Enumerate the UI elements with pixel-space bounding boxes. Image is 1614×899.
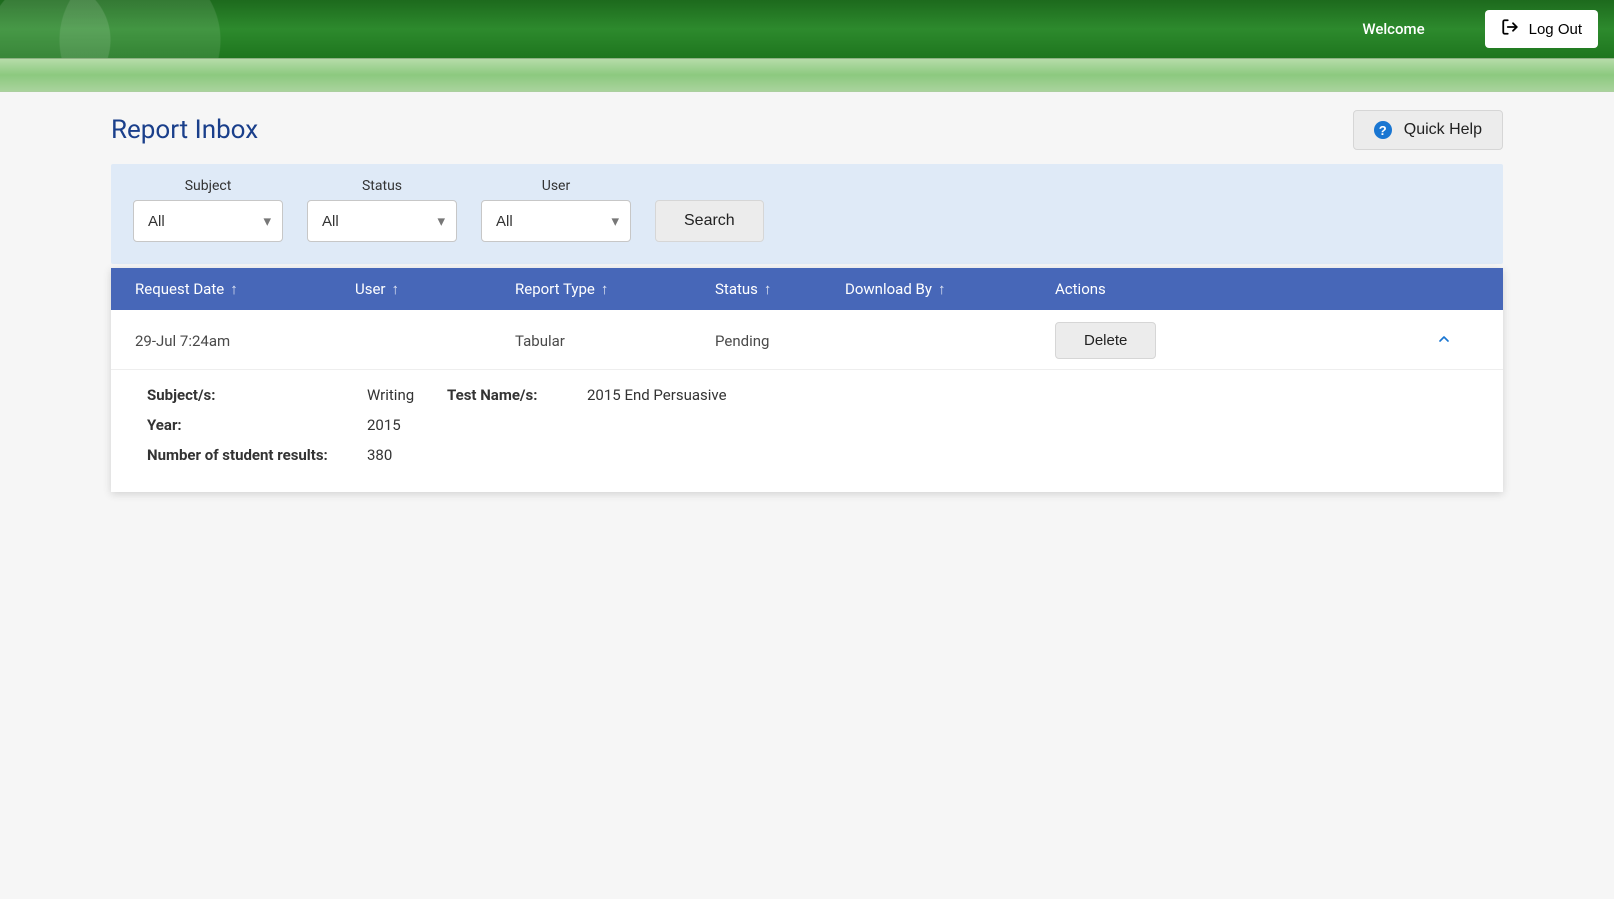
col-request-date-label: Request Date xyxy=(135,280,224,298)
quick-help-button[interactable]: ? Quick Help xyxy=(1353,110,1503,150)
search-button[interactable]: Search xyxy=(655,200,764,242)
col-user-label: User xyxy=(355,280,386,298)
filter-user-label: User xyxy=(542,178,570,194)
table-row: 29-Jul 7:24am Tabular Pending Delete xyxy=(111,310,1503,370)
user-select[interactable]: All xyxy=(481,200,631,242)
filter-panel: Subject All ▾ Status All ▾ User All xyxy=(111,164,1503,264)
report-table: Request Date ↑ User ↑ Report Type ↑ Stat… xyxy=(111,268,1503,492)
col-actions: Actions xyxy=(1055,280,1409,298)
col-status-label: Status xyxy=(715,280,758,298)
filter-status: Status All ▾ xyxy=(307,178,457,242)
row-details: Subject/s: Writing Test Name/s: 2015 End… xyxy=(111,370,1503,492)
status-select[interactable]: All xyxy=(307,200,457,242)
filter-subject-label: Subject xyxy=(185,178,232,194)
col-download-by-label: Download By xyxy=(845,280,932,298)
quick-help-label: Quick Help xyxy=(1404,121,1482,139)
detail-year-value: 2015 xyxy=(367,416,1467,434)
top-banner: Welcome Log Out xyxy=(0,0,1614,58)
detail-subject-value: Writing xyxy=(367,386,447,404)
col-report-type[interactable]: Report Type ↑ xyxy=(515,280,715,298)
sort-asc-icon: ↑ xyxy=(938,280,946,298)
detail-numresults-label: Number of student results: xyxy=(147,446,367,464)
delete-button[interactable]: Delete xyxy=(1055,322,1156,359)
col-request-date[interactable]: Request Date ↑ xyxy=(135,280,355,298)
filter-user: User All ▾ xyxy=(481,178,631,242)
subject-select[interactable]: All xyxy=(133,200,283,242)
sort-asc-icon: ↑ xyxy=(392,280,400,298)
col-report-type-label: Report Type xyxy=(515,280,595,298)
detail-testname-label: Test Name/s: xyxy=(447,386,587,404)
cell-request-date: 29-Jul 7:24am xyxy=(135,332,355,350)
sort-asc-icon: ↑ xyxy=(230,280,238,298)
welcome-text: Welcome xyxy=(1362,20,1424,38)
col-status[interactable]: Status ↑ xyxy=(715,280,845,298)
logout-label: Log Out xyxy=(1529,21,1582,38)
detail-year-label: Year: xyxy=(147,416,367,434)
cell-status: Pending xyxy=(715,332,845,350)
chevron-up-icon xyxy=(1436,335,1452,350)
help-icon: ? xyxy=(1374,121,1392,139)
filter-subject: Subject All ▾ xyxy=(133,178,283,242)
cell-report-type: Tabular xyxy=(515,332,715,350)
sort-asc-icon: ↑ xyxy=(764,280,772,298)
col-download-by[interactable]: Download By ↑ xyxy=(845,280,1055,298)
detail-testname-value: 2015 End Persuasive xyxy=(587,386,1467,404)
col-user[interactable]: User ↑ xyxy=(355,280,515,298)
page-title: Report Inbox xyxy=(111,115,258,145)
col-actions-label: Actions xyxy=(1055,280,1106,298)
sub-banner xyxy=(0,58,1614,92)
sort-asc-icon: ↑ xyxy=(601,280,609,298)
detail-subject-label: Subject/s: xyxy=(147,386,367,404)
collapse-row-button[interactable] xyxy=(1430,325,1458,356)
table-header: Request Date ↑ User ↑ Report Type ↑ Stat… xyxy=(111,268,1503,310)
detail-numresults-value: 380 xyxy=(367,446,1467,464)
logout-icon xyxy=(1501,18,1519,40)
filter-status-label: Status xyxy=(362,178,402,194)
logout-button[interactable]: Log Out xyxy=(1485,10,1598,48)
